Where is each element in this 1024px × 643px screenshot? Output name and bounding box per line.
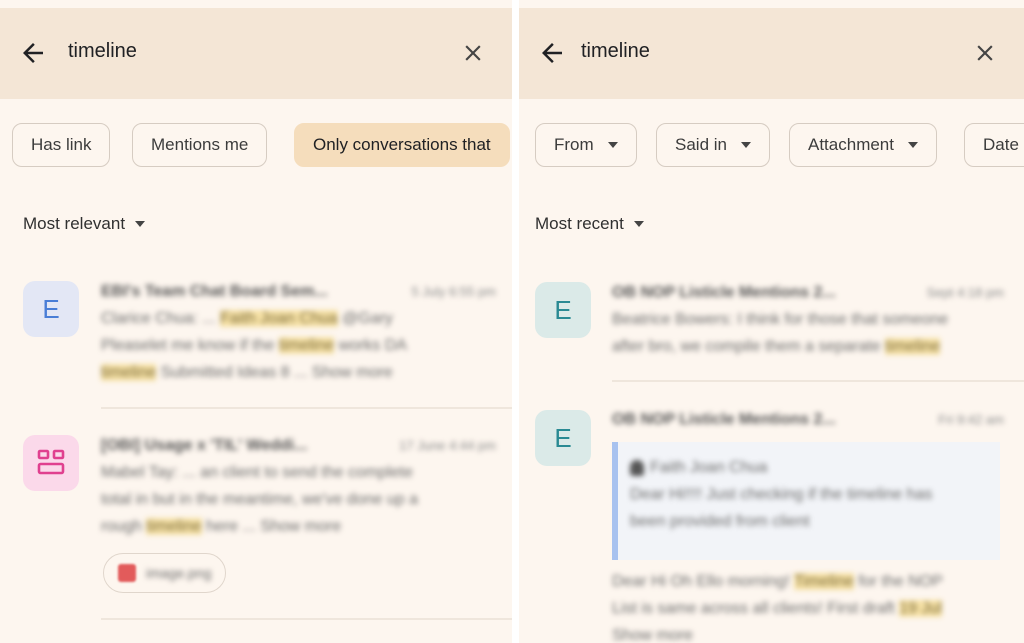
- right-search-screen: timeline From Said in Attachment Date Mo…: [519, 0, 1024, 643]
- sort-dropdown[interactable]: Most recent: [535, 214, 644, 234]
- snippet-text: for the NOP: [853, 573, 943, 590]
- filter-chip-said-in[interactable]: Said in: [656, 123, 770, 167]
- divider: [612, 380, 1024, 382]
- snippet-highlight: Timeline: [794, 573, 854, 590]
- chevron-down-icon: [607, 142, 618, 148]
- attachment-chip[interactable]: image.png: [103, 553, 227, 593]
- quote-text: Dear Hi!!!! Just checking if the timelin…: [630, 486, 933, 503]
- chip-label: Date: [983, 135, 1019, 154]
- snippet-highlight: Faith Joan Chua: [220, 310, 338, 327]
- snippet-text: DA: [384, 337, 407, 354]
- chevron-down-icon: [633, 221, 644, 227]
- filter-chip-attachment[interactable]: Attachment: [789, 123, 937, 167]
- avatar[interactable]: E: [535, 410, 591, 466]
- snippet-text: Pleaselet me know if the: [101, 337, 279, 354]
- quoted-message[interactable]: Faith Joan Chua Dear Hi!!!! Just checkin…: [612, 442, 1000, 560]
- chip-label: Attachment: [808, 135, 894, 154]
- snippet-text: @Gary: [337, 310, 393, 327]
- list-item[interactable]: [OBI] Usage x 'TIL' Weddi... 17 June 4:4…: [101, 432, 496, 540]
- snippet-highlight: timeline: [146, 518, 202, 535]
- snippet-text: Clarice Chua: ...: [101, 310, 221, 327]
- list-item[interactable]: OB NOP Listicle Mentions 2... Fri 9:42 a…: [612, 406, 1004, 433]
- snippet-text: rough: [101, 518, 147, 535]
- divider: [101, 618, 512, 620]
- chip-label: Said in: [675, 135, 727, 154]
- space-icon: [37, 449, 65, 475]
- snippet-text: works: [334, 337, 385, 354]
- timestamp: Sept 4:18 pm: [926, 285, 1004, 300]
- divider: [101, 407, 512, 409]
- back-arrow-icon[interactable]: [18, 38, 48, 68]
- sort-label: Most relevant: [23, 214, 126, 233]
- chevron-down-icon: [908, 142, 918, 148]
- snippet-text: here ... Show more: [201, 518, 342, 535]
- avatar[interactable]: E: [23, 281, 79, 337]
- snippet-text: total in but in the meantime, we've done…: [101, 491, 419, 508]
- snippet-text: Dear Hi Oh Ello morning!: [612, 573, 794, 590]
- image-file-icon: [118, 564, 136, 582]
- search-query-input[interactable]: timeline: [68, 40, 137, 63]
- close-icon[interactable]: [460, 40, 486, 66]
- chip-label: From: [554, 135, 594, 154]
- list-item[interactable]: OB NOP Listicle Mentions 2... Sept 4:18 …: [612, 279, 1004, 360]
- quote-text: been provided from client: [630, 513, 810, 530]
- snippet-highlight: timeline: [278, 337, 335, 354]
- person-icon: [630, 459, 644, 476]
- filter-chip-mentions-me[interactable]: Mentions me: [132, 123, 268, 167]
- sort-label: Most recent: [535, 214, 624, 233]
- search-bar: timeline: [519, 8, 1024, 99]
- snippet-highlight: 19 Jul: [899, 600, 942, 617]
- left-search-screen: timeline Has link Mentions me Only conve…: [0, 0, 512, 643]
- snippet-text: after bro, we compile them a separate: [612, 338, 886, 355]
- message-snippet[interactable]: Dear Hi Oh Ello morning! Timeline for th…: [612, 568, 1004, 643]
- conversation-title: [OBI] Usage x 'TIL' Weddi...: [101, 437, 308, 454]
- chevron-down-icon: [740, 142, 751, 148]
- search-bar: timeline: [0, 8, 512, 99]
- show-more-link: Show more: [612, 627, 693, 643]
- avatar[interactable]: [23, 435, 79, 491]
- timestamp: 5 July 6:55 pm: [411, 284, 496, 299]
- snippet-text: List is same across all clients! First d…: [612, 600, 900, 617]
- back-arrow-icon[interactable]: [537, 38, 567, 68]
- sort-dropdown[interactable]: Most relevant: [23, 214, 146, 234]
- filter-chip-date[interactable]: Date: [964, 123, 1024, 167]
- filter-chip-has-link[interactable]: Has link: [12, 123, 111, 167]
- conversation-title: EBI's Team Chat Board Sem...: [101, 283, 328, 300]
- avatar[interactable]: E: [535, 282, 591, 338]
- conversation-title: OB NOP Listicle Mentions 2...: [612, 411, 836, 428]
- close-icon[interactable]: [972, 40, 998, 66]
- snippet-text: Submitted Ideas 8 ... Show more: [156, 364, 393, 381]
- snippet-text: Beatrice Bowers: I think for those that …: [612, 311, 949, 328]
- snippet-text: Mabel Tay: ... an client to send the com…: [101, 464, 413, 481]
- list-item[interactable]: EBI's Team Chat Board Sem... 5 July 6:55…: [101, 278, 496, 386]
- chevron-down-icon: [135, 221, 146, 227]
- timestamp: 17 June 4:44 pm: [399, 438, 496, 453]
- snippet-highlight: timeline: [101, 364, 157, 381]
- attachment-name: image.png: [146, 564, 212, 581]
- timestamp: Fri 9:42 am: [938, 412, 1004, 427]
- snippet-highlight: timeline: [885, 338, 941, 355]
- filter-chip-from[interactable]: From: [535, 123, 637, 167]
- quote-author: Faith Joan Chua: [650, 459, 768, 476]
- conversation-title: OB NOP Listicle Mentions 2...: [612, 284, 836, 301]
- search-query-input[interactable]: timeline: [581, 40, 650, 63]
- filter-chip-only-conversations[interactable]: Only conversations that: [294, 123, 510, 167]
